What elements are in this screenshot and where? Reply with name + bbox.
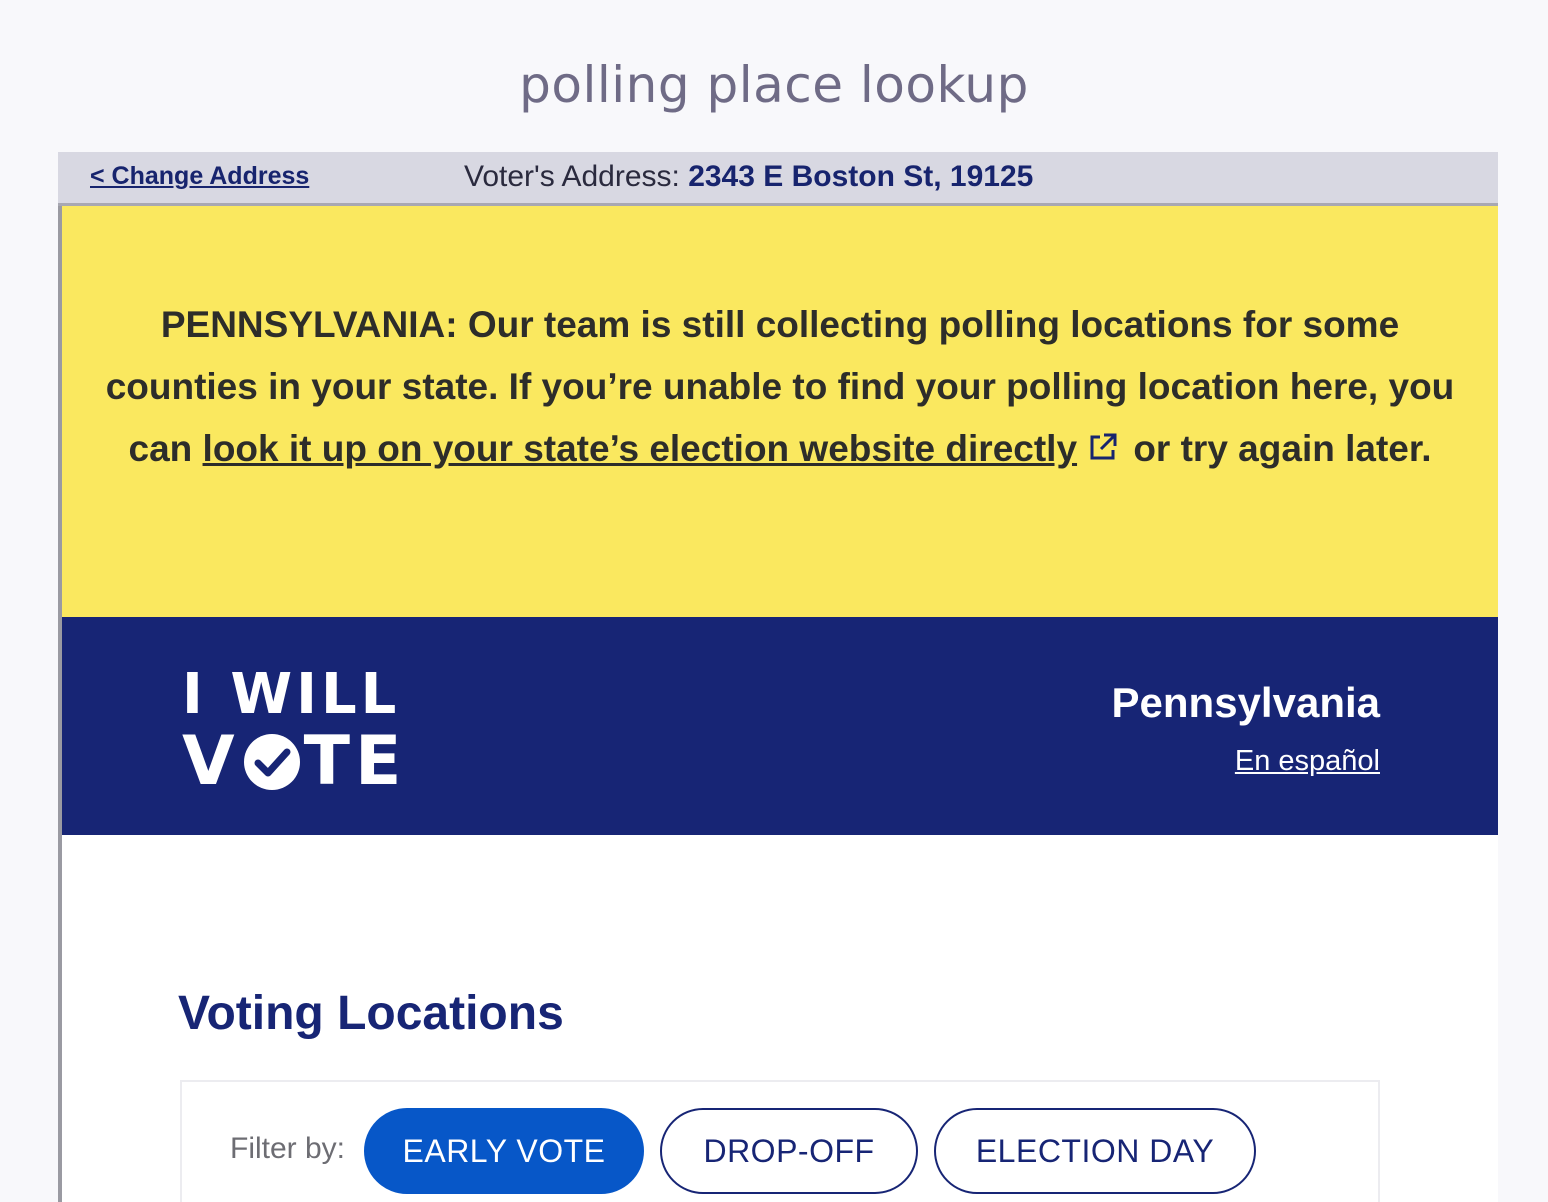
voter-address: Voter's Address: 2343 E Boston St, 19125 [464,160,1033,194]
filter-drop-off-button[interactable]: DROP-OFF [660,1108,918,1194]
state-election-website-link[interactable]: look it up on your state’s election webs… [203,428,1078,469]
filter-early-vote-button[interactable]: EARLY VOTE [364,1108,644,1194]
lookup-frame: PENNSYLVANIA: Our team is still collecti… [58,206,1498,1202]
filter-election-day-button[interactable]: ELECTION DAY [934,1108,1256,1194]
logo-letters-te: TE [303,722,407,801]
filter-panel: Filter by: EARLY VOTE DROP-OFF ELECTION … [180,1080,1380,1202]
check-circle-icon [242,732,302,792]
change-address-link[interactable]: < Change Address [90,162,309,191]
alert-text-end: or try again later. [1123,428,1432,469]
filter-label: Filter by: [230,1132,346,1165]
i-will-vote-logo: I WILL V TE [182,667,406,797]
state-name: Pennsylvania [1111,679,1380,726]
logo-line2: V TE [182,727,406,797]
alert-banner: PENNSYLVANIA: Our team is still collecti… [62,206,1498,617]
page-title: polling place lookup [519,56,1029,114]
brand-header: I WILL V TE Pennsylvania En español [62,617,1498,835]
address-bar: < Change Address Voter's Address: 2343 E… [58,152,1498,206]
external-link-icon[interactable] [1087,420,1119,482]
voting-locations-heading: Voting Locations [178,987,564,1040]
logo-line1: I WILL [182,662,401,727]
voter-address-value: 2343 E Boston St, 19125 [688,160,1034,193]
spanish-language-link[interactable]: En español [1235,745,1380,778]
logo-letter-v: V [182,722,240,801]
voter-address-label: Voter's Address: [464,160,689,193]
